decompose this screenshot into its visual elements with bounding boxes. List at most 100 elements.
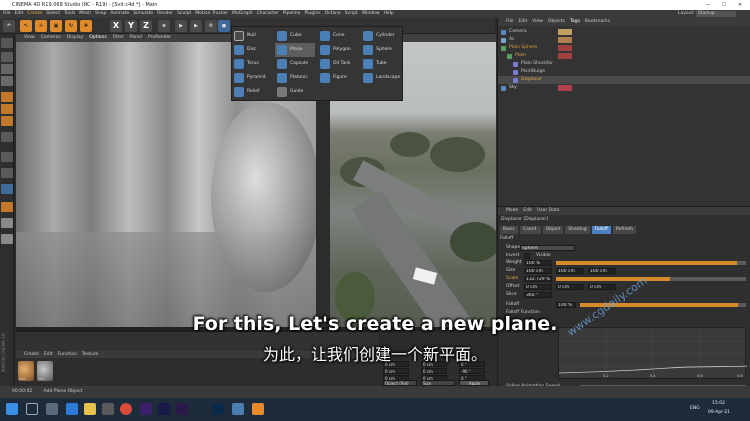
menu-script[interactable]: Script [345,10,358,18]
lightroom-icon[interactable] [194,403,206,415]
y-axis-lock[interactable]: Y [125,20,137,32]
scale-field[interactable]: 132.729 % [524,275,552,282]
popup-item-cone[interactable]: Cone [318,29,358,43]
popup-item-cube[interactable]: Cube [275,29,315,43]
undo-icon[interactable]: ↶ [3,20,15,32]
size-y-field[interactable]: 0 cm [421,368,447,374]
popup-item-capsule[interactable]: Capsule [275,57,315,71]
layer-icon[interactable] [1,202,13,212]
vlc-icon[interactable] [252,403,264,415]
popup-item-relief[interactable]: Relief [232,85,272,99]
om-menu-edit[interactable]: Edit [519,18,528,26]
media-encoder-icon[interactable] [158,403,170,415]
size-y-field[interactable]: 100 cm [556,267,584,274]
object-row-selected[interactable]: Displacer [498,76,750,84]
start-icon[interactable] [6,403,18,415]
scale-slider[interactable] [556,276,746,281]
task-view-icon[interactable] [46,403,58,415]
menu-mesh[interactable]: Mesh [79,10,91,18]
rot-p-field[interactable]: -90 ° [459,368,485,374]
object-row[interactable]: PointBulge [498,68,750,76]
am-menu-edit[interactable]: Edit [523,207,532,215]
menu-edit[interactable]: Edit [15,10,24,18]
viewport-menu-panel[interactable]: Panel [130,34,142,42]
menu-octane[interactable]: Octane [325,10,341,18]
render-settings-icon[interactable]: ⚙ [205,20,217,32]
layout-dropdown[interactable]: Startup [696,11,736,17]
menu-character[interactable]: Character [257,10,279,18]
model-mode-icon[interactable] [1,52,13,62]
sculpt-icon[interactable] [1,184,13,194]
object-row[interactable]: Plain Sphere [498,44,750,52]
popup-item-figure[interactable]: Figure [318,71,358,85]
premiere-icon[interactable] [176,403,188,415]
menu-simulate[interactable]: Simulate [133,10,153,18]
om-menu-view[interactable]: View [532,18,543,26]
scale-tool-icon[interactable]: ▣ [50,20,62,32]
offset-z-field[interactable]: 0 cm [588,283,616,290]
popup-item-platonic[interactable]: Platonic [275,71,315,85]
menu-help[interactable]: Help [384,10,394,18]
object-row[interactable]: Camera [498,28,750,36]
photoshop-icon[interactable] [212,403,224,415]
slice-field[interactable]: 360 ° [524,291,552,298]
pos-y-field[interactable]: 0 cm [383,368,409,374]
x-axis-lock[interactable]: X [110,20,122,32]
solo-icon[interactable] [1,234,13,244]
viewport-menu-prorender[interactable]: ProRender [148,34,171,42]
viewport-menu-options[interactable]: Options [89,34,106,42]
om-menu-bookmarks[interactable]: Bookmarks [585,18,610,26]
explorer-icon[interactable] [84,403,96,415]
weight-slider[interactable] [556,260,746,265]
snap-icon[interactable] [1,152,13,162]
clock-time[interactable]: 15:02 [712,401,725,406]
popup-item-polygon[interactable]: Polygon [318,43,358,57]
popup-item-torus[interactable]: Torus [232,57,272,71]
menu-animate[interactable]: Animate [110,10,129,18]
chrome-icon[interactable] [120,403,132,415]
axis-mode-icon[interactable] [1,132,13,142]
cube-primitive-icon[interactable]: ◼ [218,20,230,32]
shape-dropdown[interactable]: Sphere [520,244,575,251]
om-menu-file[interactable]: File [506,18,514,26]
points-mode-icon[interactable] [1,92,13,102]
popup-item-oil-tank[interactable]: Oil Tank [318,57,358,71]
popup-item-pyramid[interactable]: Pyramid [232,71,272,85]
make-editable-icon[interactable] [1,38,13,48]
coordinate-system-icon[interactable]: ⊕ [158,20,170,32]
viewport-menu-display[interactable]: Display [67,34,84,42]
menu-snap[interactable]: Snap [95,10,106,18]
object-row[interactable]: Plain Shockfor [498,60,750,68]
menu-create[interactable]: Create [27,10,42,18]
viewport-menu-view[interactable]: View [24,34,35,42]
render-picture-viewer-icon[interactable]: ▶ [190,20,202,32]
grid-icon[interactable] [1,218,13,228]
invert-checkbox[interactable] [524,252,530,259]
move-tool-icon[interactable]: ✛ [35,20,47,32]
tab-object[interactable]: Object [542,226,564,234]
popup-item-disc[interactable]: Disc [232,43,272,57]
maximize-button[interactable]: ☐ [716,0,732,10]
popup-item-tube[interactable]: Tube [361,57,401,71]
am-menu-user-data[interactable]: User Data [537,207,559,215]
object-row[interactable]: Plain [498,52,750,60]
weight-field[interactable]: 100 % [524,259,552,266]
popup-item-sphere[interactable]: Sphere [361,43,401,57]
menu-mograph[interactable]: MoGraph [232,10,252,18]
size-x-field[interactable]: 100 cm [524,267,552,274]
polygons-mode-icon[interactable] [1,116,13,126]
minimize-button[interactable]: — [700,0,716,10]
object-row[interactable]: Sky [498,84,750,92]
workplane-mode-icon[interactable] [1,76,13,86]
object-row[interactable]: Ac [498,36,750,44]
render-view-icon[interactable]: ▶ [175,20,187,32]
menu-select[interactable]: Select [46,10,60,18]
close-button[interactable]: ✕ [732,0,748,10]
offset-y-field[interactable]: 0 cm [556,283,584,290]
size-z-field[interactable]: 100 cm [588,267,616,274]
om-menu-objects[interactable]: Objects [548,18,565,26]
offset-x-field[interactable]: 0 cm [524,283,552,290]
popup-item-landscape[interactable]: Landscape [361,71,401,85]
popup-item-plane[interactable]: Plane [275,43,315,57]
menu-plugins[interactable]: Plugins [304,10,320,18]
